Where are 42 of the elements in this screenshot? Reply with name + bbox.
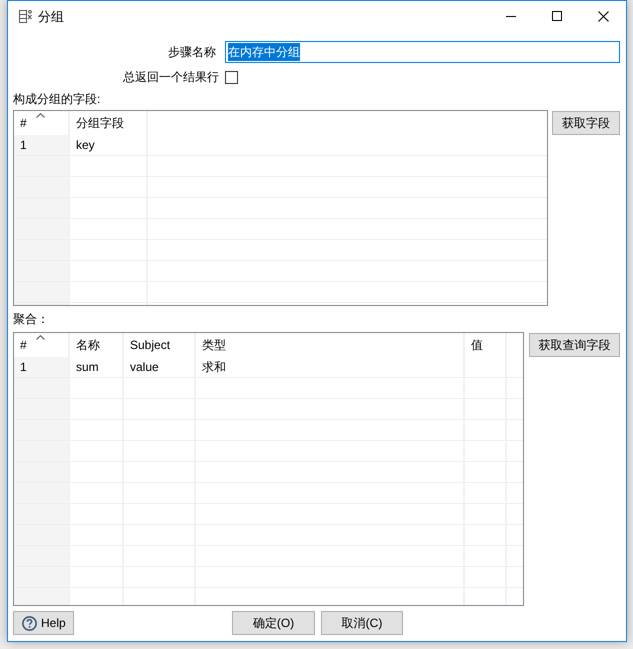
table-cell: value	[122, 357, 194, 378]
empty-cell	[505, 567, 523, 588]
help-icon	[22, 616, 37, 630]
empty-cell	[505, 399, 523, 420]
empty-cell	[505, 441, 523, 462]
section-label: 聚合：	[13, 311, 49, 327]
window-title: 分组	[38, 8, 64, 26]
sort-caret-icon	[36, 335, 45, 340]
get-lookup-fields-button[interactable]: 获取查询字段	[529, 333, 620, 357]
section-label: 构成分组的字段:	[13, 91, 100, 107]
step-name-field[interactable]: 在内存中分组	[225, 41, 620, 63]
cancel-button[interactable]: 取消(C)	[321, 611, 403, 635]
help-button[interactable]: Help	[13, 611, 74, 635]
column-header[interactable]: 分组字段	[68, 111, 146, 135]
row-number-cell: 1	[14, 135, 68, 156]
table-cell: sum	[68, 357, 122, 378]
close-icon	[598, 10, 608, 22]
column-header[interactable]: 名称	[68, 333, 122, 357]
empty-cell	[505, 378, 523, 399]
empty-cell	[505, 483, 523, 504]
column-header[interactable]: Subject	[122, 333, 194, 357]
maximize-icon	[552, 11, 562, 21]
get-fields-button[interactable]: 获取字段	[552, 111, 620, 135]
table-icon	[19, 10, 32, 23]
empty-cell	[505, 504, 523, 525]
empty-cell	[505, 546, 523, 567]
empty-cell	[505, 420, 523, 441]
empty-cell	[505, 357, 523, 378]
checkbox[interactable]	[225, 70, 238, 84]
single-result-row-label: 总返回一个结果行	[122, 69, 219, 86]
column-header[interactable]: #	[14, 333, 68, 357]
column-header[interactable]: 类型	[194, 333, 463, 357]
table-cell: 求和	[194, 357, 463, 378]
row-number-cell: 1	[14, 357, 68, 378]
empty-cell	[505, 525, 523, 546]
ok-button[interactable]: 确定(O)	[232, 611, 315, 635]
column-header[interactable]: 值	[463, 333, 505, 357]
column-header[interactable]: #	[14, 111, 68, 135]
step-name-label: 步骤名称	[167, 44, 217, 61]
sort-caret-icon	[36, 113, 45, 118]
empty-cell	[505, 462, 523, 483]
table-cell: key	[68, 135, 146, 156]
